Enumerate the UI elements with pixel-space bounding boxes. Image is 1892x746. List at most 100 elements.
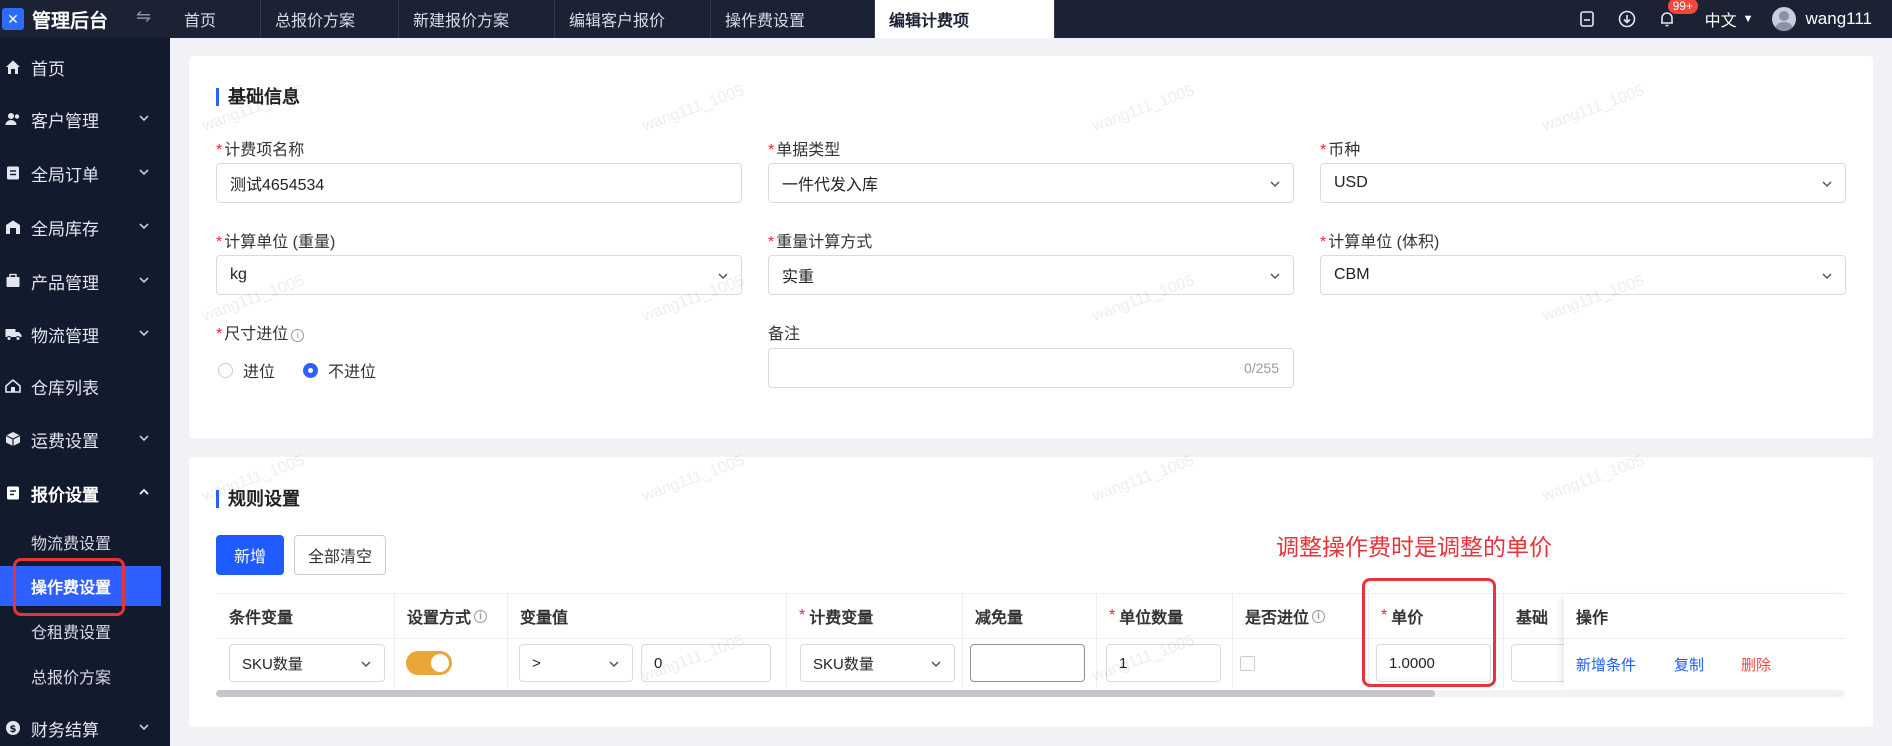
col-charge-var: * 计费变量 [799, 607, 874, 627]
tab-edit-fee-item[interactable]: 编辑计费项 [875, 0, 1055, 38]
chevron-down-icon [138, 165, 150, 183]
chevron-down-icon [1269, 177, 1281, 195]
chevron-down-icon [1821, 177, 1833, 195]
col-base: 基础 [1516, 610, 1549, 627]
add-button[interactable]: 新增 [216, 535, 284, 575]
tab-bar: 首页 总报价方案 新建报价方案 编辑客户报价 操作费设置 编辑计费项 [170, 0, 1055, 38]
currency-label: * 币种 [1320, 142, 1361, 159]
col-var-value: 变量值 [520, 610, 569, 627]
home-icon [3, 57, 23, 77]
scrollbar-thumb[interactable] [216, 690, 1435, 697]
tab-edit-customer-quote[interactable]: 编辑客户报价 [555, 0, 711, 38]
sidebar-item-products[interactable]: 产品管理 [0, 261, 170, 301]
horizontal-scrollbar[interactable] [216, 690, 1845, 697]
char-counter: 0/255 [1243, 360, 1279, 376]
chevron-down-icon [138, 219, 150, 237]
sidebar-item-home[interactable]: 首页 [0, 47, 170, 87]
user-menu[interactable]: wang111 [1771, 7, 1872, 31]
col-unit-price: * 单价 [1381, 607, 1424, 627]
mode-toggle[interactable] [406, 651, 452, 675]
exemption-input[interactable] [970, 644, 1085, 682]
sidebar-item-warehouse-list[interactable]: 仓库列表 [0, 366, 170, 406]
chevron-down-icon [930, 657, 942, 674]
col-exemption: 减免量 [975, 610, 1024, 627]
svg-text:$: $ [10, 724, 17, 735]
copy-link[interactable]: 复制 [1674, 654, 1704, 675]
tab-home[interactable]: 首页 [170, 0, 261, 38]
notification-badge: 99+ [1667, 0, 1698, 14]
currency-select[interactable]: USD [1320, 163, 1846, 203]
table-row: SKU数量 > 0 SKU数量 1 1.0000 [216, 638, 1571, 688]
language-select[interactable]: 中文 ▼ [1705, 7, 1754, 31]
volume-unit-label: * 计算单位 (体积) [1320, 234, 1440, 251]
bell-icon[interactable]: 99+ [1656, 0, 1698, 30]
col-mode: 设置方式 i [394, 594, 488, 638]
tab-new-quote[interactable]: 新建报价方案 [399, 0, 555, 38]
doc-type-select[interactable]: 一件代发入库 [768, 163, 1294, 203]
chevron-down-icon [138, 111, 150, 129]
sidebar-item-quote-settings[interactable]: 报价设置 [0, 473, 170, 513]
info-icon: i [1312, 609, 1326, 623]
unit-qty-input[interactable]: 1 [1106, 644, 1221, 682]
radio-round-up[interactable]: 进位 [218, 358, 275, 382]
volume-unit-select[interactable]: CBM [1320, 255, 1846, 295]
sidebar-item-inventory[interactable]: 全局库存 [0, 207, 170, 247]
collapse-icon[interactable]: ⇋ [136, 6, 151, 27]
delete-link[interactable]: 删除 [1741, 654, 1771, 675]
col-operations: 操作 [1576, 610, 1609, 627]
tab-total-quote[interactable]: 总报价方案 [261, 0, 399, 38]
operations-cell: 新增条件 复制 删除 [1564, 638, 1845, 688]
annotation-text: 调整操作费时是调整的单价 [1276, 534, 1552, 560]
sidebar-sub-operation-fee[interactable]: 操作费设置 [0, 566, 161, 606]
finance-icon: $ [3, 718, 23, 738]
var-value-input[interactable]: 0 [641, 644, 771, 682]
operator-select[interactable]: > [519, 644, 633, 682]
base-input[interactable] [1511, 644, 1571, 682]
sidebar-item-orders[interactable]: 全局订单 [0, 153, 170, 193]
message-icon[interactable] [1576, 8, 1598, 30]
sidebar-item-freight[interactable]: 运费设置 [0, 419, 170, 459]
chevron-down-icon [138, 720, 150, 738]
chevron-down-icon [717, 269, 729, 287]
house-icon [3, 376, 23, 396]
add-condition-link[interactable]: 新增条件 [1576, 654, 1636, 675]
sidebar-sub-total-quote[interactable]: 总报价方案 [0, 656, 170, 696]
truck-icon [3, 324, 23, 344]
charge-var-select[interactable]: SKU数量 [800, 644, 955, 682]
order-icon [3, 163, 23, 183]
download-icon[interactable] [1616, 8, 1638, 30]
section-title: 规则设置 [216, 490, 300, 508]
weight-method-label: * 重量计算方式 [768, 234, 873, 251]
weight-unit-select[interactable]: kg [216, 255, 742, 295]
box-icon [3, 429, 23, 449]
condition-var-select[interactable]: SKU数量 [229, 644, 385, 682]
weight-method-select[interactable]: 实重 [768, 255, 1294, 295]
top-bar: ✕ 管理后台 ⇋ 首页 总报价方案 新建报价方案 编辑客户报价 操作费设置 编辑… [0, 0, 1892, 38]
sidebar-item-finance[interactable]: $ 财务结算 [0, 708, 170, 746]
chevron-down-icon [360, 657, 372, 674]
rules-table: 条件变量 设置方式 i 变量值 * 计费变量 减免量 * 单位数量 是否进位 i * 单价… [216, 593, 1845, 697]
sidebar-item-logistics[interactable]: 物流管理 [0, 314, 170, 354]
clear-all-button[interactable]: 全部清空 [294, 535, 386, 575]
radio-button[interactable] [218, 362, 233, 378]
chevron-down-icon [138, 431, 150, 449]
fee-name-input[interactable]: 测试4654534 [216, 163, 742, 203]
remark-input[interactable]: 0/255 [768, 348, 1294, 388]
chevron-down-icon [138, 273, 150, 291]
unit-price-input[interactable]: 1.0000 [1376, 644, 1491, 682]
radio-button-selected[interactable] [303, 362, 318, 378]
sidebar-sub-logistics-fee[interactable]: 物流费设置 [0, 522, 170, 562]
warehouse-icon [3, 217, 23, 237]
sidebar-sub-storage-fee[interactable]: 仓租费设置 [0, 611, 170, 651]
radio-no-round[interactable]: 不进位 [303, 358, 376, 382]
chevron-down-icon [138, 326, 150, 344]
chevron-down-icon [1821, 269, 1833, 287]
username: wang111 [1805, 9, 1872, 28]
product-icon [3, 271, 23, 291]
document-icon [3, 483, 23, 503]
sidebar-item-customers[interactable]: 客户管理 [0, 99, 170, 139]
operations-column: 操作 新增条件 复制 删除 [1564, 594, 1845, 688]
chevron-down-icon [1269, 269, 1281, 287]
tab-operation-fee[interactable]: 操作费设置 [711, 0, 875, 38]
rounding-checkbox[interactable] [1240, 656, 1255, 671]
